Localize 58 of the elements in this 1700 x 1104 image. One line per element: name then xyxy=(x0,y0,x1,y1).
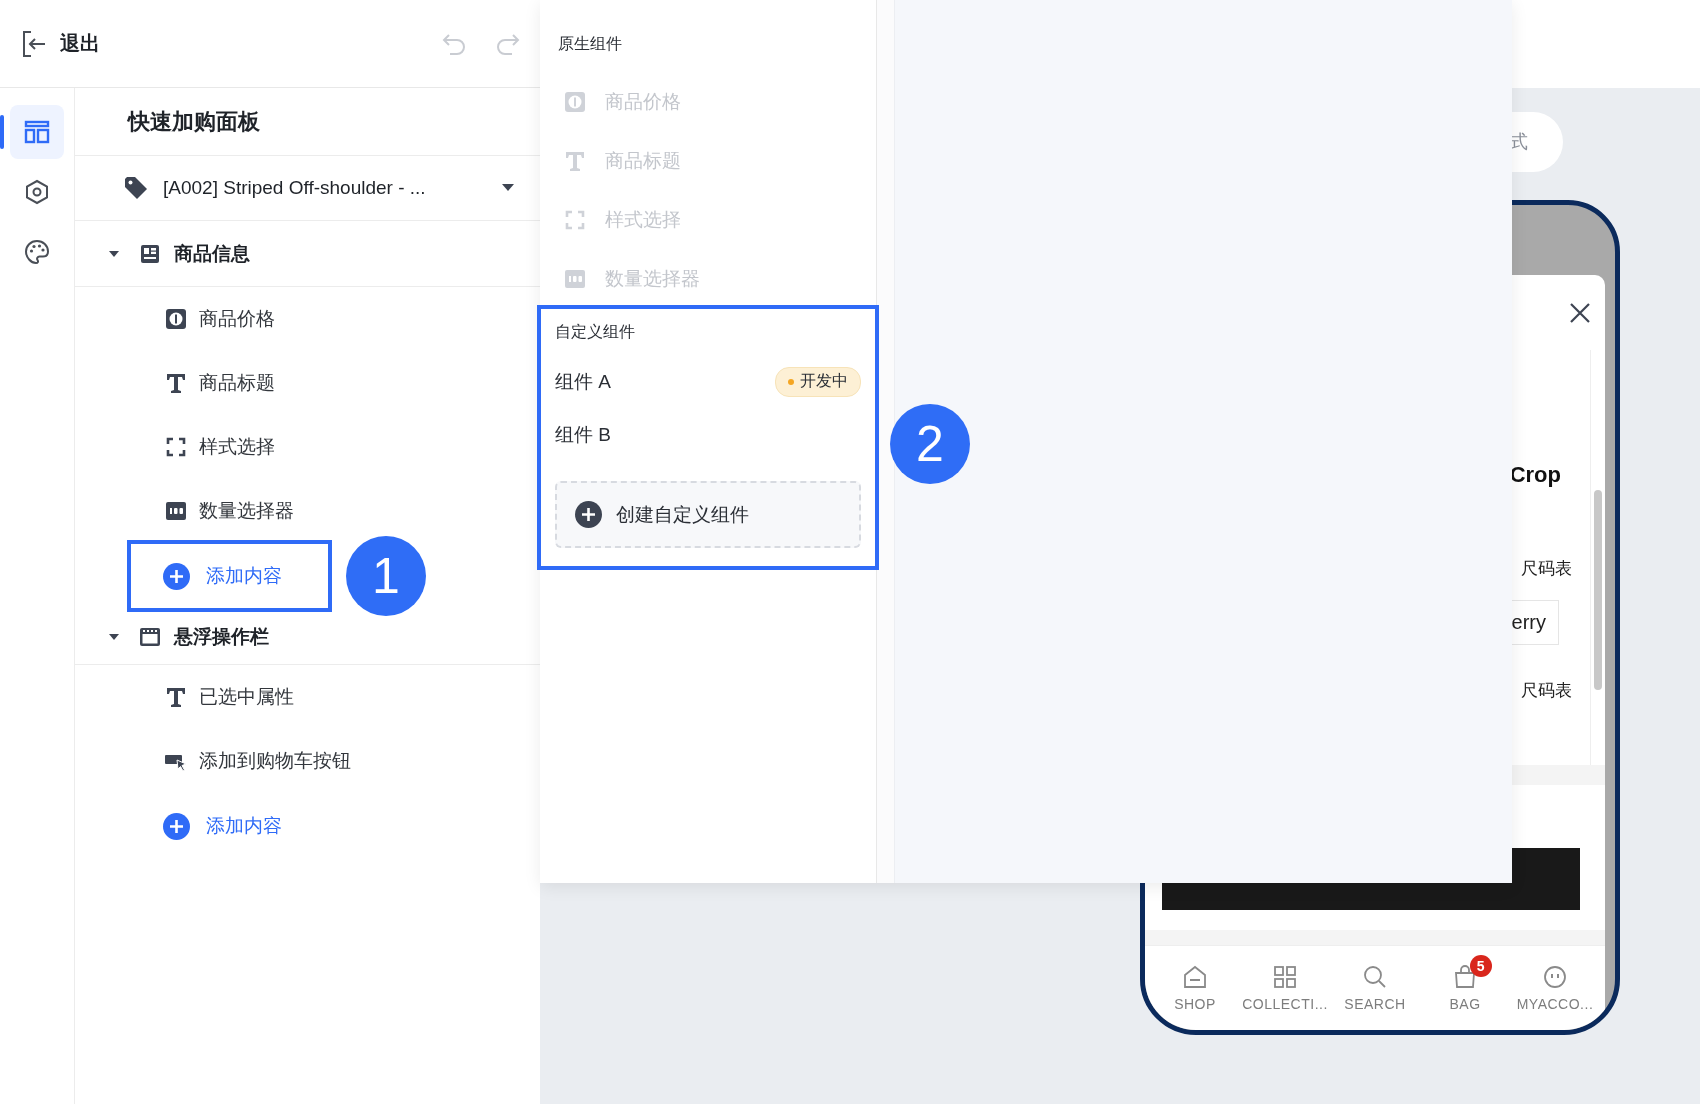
create-component-button[interactable]: 创建自定义组件 xyxy=(555,481,861,548)
panel-title: 快速加购面板 xyxy=(128,107,260,136)
home-icon xyxy=(1182,964,1208,990)
selection-bar xyxy=(0,115,4,149)
product-title: Crop xyxy=(1509,461,1561,489)
nav-tab[interactable]: SHOP xyxy=(1150,946,1240,1030)
menu-item[interactable]: 组件 B xyxy=(555,421,611,448)
rail-tab[interactable] xyxy=(10,105,64,159)
exit-icon xyxy=(22,29,48,58)
nav-label: SHOP xyxy=(1174,996,1216,1012)
numbers-icon xyxy=(164,499,188,523)
tree-item[interactable]: 样式选择 xyxy=(199,434,275,460)
settings-icon xyxy=(23,178,51,206)
plus-icon xyxy=(163,562,190,590)
layout-icon xyxy=(23,118,51,146)
menu-item[interactable]: 组件 A xyxy=(555,368,611,395)
group-label: 商品信息 xyxy=(174,241,250,266)
nav-tab[interactable]: MYACCO... xyxy=(1510,946,1600,1030)
grid-icon xyxy=(1272,964,1298,990)
close-icon[interactable] xyxy=(1569,301,1591,324)
corners-icon xyxy=(164,435,188,459)
tree-item[interactable]: 添加到购物车按钮 xyxy=(199,748,351,774)
scrollbar[interactable] xyxy=(1594,490,1602,690)
nav-tab[interactable]: SEARCH xyxy=(1330,946,1420,1030)
caret-icon xyxy=(502,184,514,192)
tree-item[interactable]: 商品标题 xyxy=(199,370,275,396)
nav-label: COLLECTI... xyxy=(1242,996,1328,1012)
size-chart-link[interactable]: 尺码表 xyxy=(1521,557,1572,581)
group-label: 悬浮操作栏 xyxy=(174,624,269,649)
text-icon xyxy=(164,685,188,709)
tree-item[interactable]: 已选中属性 xyxy=(199,684,294,710)
status-tag: 开发中 xyxy=(775,366,861,397)
nav-label: SEARCH xyxy=(1344,996,1406,1012)
plus-icon xyxy=(575,501,602,528)
search-icon xyxy=(1362,964,1388,990)
bag-icon xyxy=(1452,964,1478,990)
step-badge: 1 xyxy=(346,536,426,616)
tag-icon xyxy=(123,175,149,201)
count-badge: 5 xyxy=(1470,955,1492,977)
section-title: 原生组件 xyxy=(558,34,623,54)
plus-icon xyxy=(163,812,190,840)
tree-item[interactable]: 商品价格 xyxy=(199,306,275,332)
add-content-button[interactable]: 添加内容 xyxy=(127,790,332,862)
text-icon xyxy=(164,371,188,395)
exit-button[interactable]: 退出 xyxy=(22,29,100,58)
coin-icon xyxy=(563,89,587,114)
nav-tab[interactable]: COLLECTI... xyxy=(1240,946,1330,1030)
nav-label: MYACCO... xyxy=(1516,996,1594,1012)
tree-item[interactable]: 数量选择器 xyxy=(199,498,294,524)
nav-label: BAG xyxy=(1449,996,1481,1012)
step-badge: 2 xyxy=(890,404,970,484)
add-content-button[interactable]: 添加内容 xyxy=(127,540,332,612)
nav-tab[interactable]: 5 BAG xyxy=(1420,946,1510,1030)
coin-icon xyxy=(164,307,188,331)
face-icon xyxy=(1542,964,1568,990)
palette-icon xyxy=(23,238,51,266)
size-chart-link[interactable]: 尺码表 xyxy=(1521,679,1572,703)
section-title: 自定义组件 xyxy=(555,321,635,342)
